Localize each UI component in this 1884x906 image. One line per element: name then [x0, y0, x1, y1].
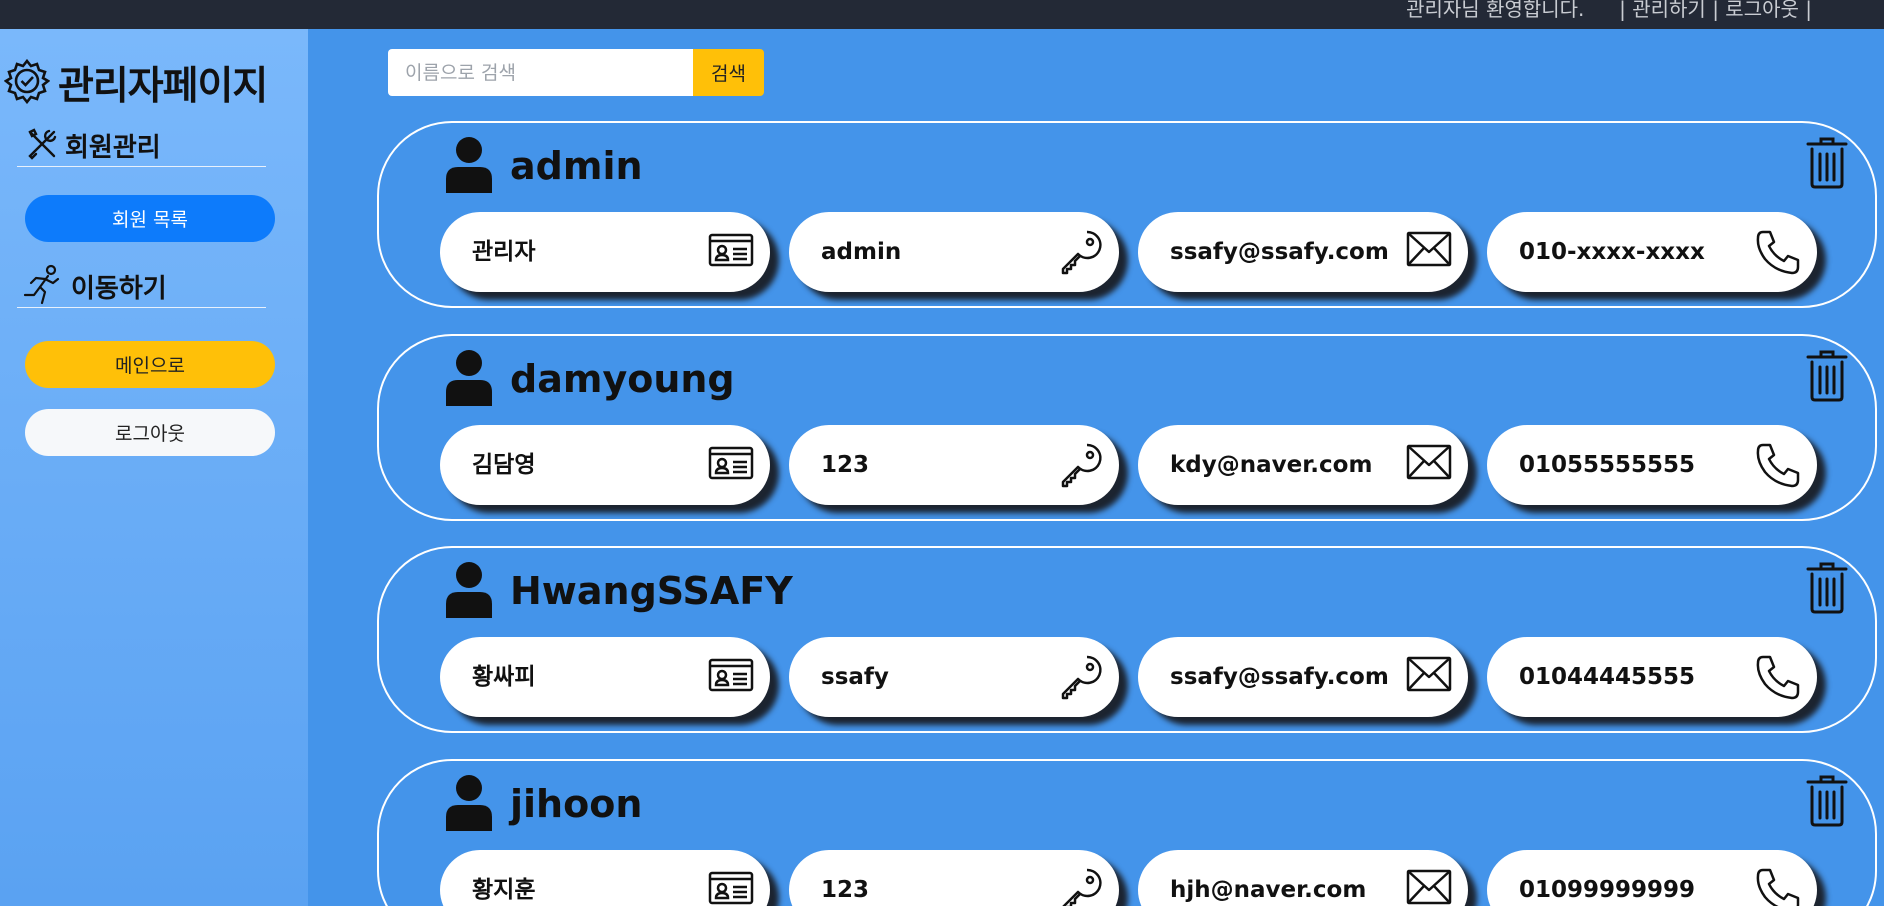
trash-icon[interactable]	[1805, 350, 1849, 406]
brand: 관리자페이지	[3, 55, 268, 111]
member-card: damyoung 김담영 123 kdy@naver.com 010555555…	[377, 334, 1877, 521]
envelope-icon	[1406, 867, 1452, 906]
gear-check-icon	[3, 58, 51, 108]
member-header: HwangSSAFY	[444, 560, 793, 622]
member-card: HwangSSAFY 황싸피 ssafy ssafy@ssafy.com 010…	[377, 546, 1877, 733]
id-card-icon	[708, 867, 754, 906]
top-bar: 관리자님 환영합니다. | 관리하기 | 로그아웃 |	[0, 0, 1884, 29]
member-card: jihoon 황지훈 123 hjh@naver.com 01099999999	[377, 759, 1877, 906]
member-name-field: 황싸피	[440, 637, 770, 717]
member-id: jihoon	[510, 782, 643, 826]
section-member-label: 회원관리	[65, 133, 161, 163]
member-phone: 010-xxxx-xxxx	[1519, 239, 1705, 265]
user-icon	[444, 773, 494, 835]
key-icon	[1057, 867, 1103, 906]
member-password-field: 123	[789, 425, 1119, 505]
user-icon	[444, 348, 494, 410]
member-password: ssafy	[821, 664, 889, 690]
member-password-field: admin	[789, 212, 1119, 292]
main-page-button[interactable]: 메인으로	[25, 341, 275, 388]
member-id: damyoung	[510, 357, 735, 401]
envelope-icon	[1406, 654, 1452, 698]
member-phone-field: 010-xxxx-xxxx	[1487, 212, 1817, 292]
member-name-field: 김담영	[440, 425, 770, 505]
trash-icon[interactable]	[1805, 137, 1849, 193]
welcome-text: 관리자님 환영합니다.	[1406, 0, 1585, 21]
search-button[interactable]: 검색	[693, 49, 764, 96]
trash-icon[interactable]	[1805, 775, 1849, 831]
section-member-management: 회원관리	[17, 125, 266, 167]
header-greeting: 관리자님 환영합니다. | 관리하기 | 로그아웃 |	[1406, 0, 1812, 21]
key-icon	[1057, 654, 1103, 704]
section-move: 이동하기	[17, 263, 266, 311]
member-header: jihoon	[444, 773, 642, 835]
member-phone-field: 01055555555	[1487, 425, 1817, 505]
member-email-field: ssafy@ssafy.com	[1138, 637, 1468, 717]
phone-icon	[1755, 229, 1801, 279]
member-phone: 01099999999	[1519, 877, 1696, 903]
sidebar: 관리자페이지 회원관리 회원 목록 이동하기 메인으로 로그아웃	[0, 29, 308, 906]
envelope-icon	[1406, 229, 1452, 273]
admin-link[interactable]: | 관리하기 |	[1619, 0, 1719, 21]
member-email-field: hjh@naver.com	[1138, 850, 1468, 906]
member-name: 황지훈	[472, 877, 536, 903]
member-phone: 01044445555	[1519, 664, 1696, 690]
member-card: admin 관리자 admin ssafy@ssafy.com 010-xxxx…	[377, 121, 1877, 308]
phone-icon	[1755, 442, 1801, 492]
member-email-field: kdy@naver.com	[1138, 425, 1468, 505]
member-name-field: 황지훈	[440, 850, 770, 906]
envelope-icon	[1406, 442, 1452, 486]
id-card-icon	[708, 229, 754, 273]
member-password-field: 123	[789, 850, 1119, 906]
member-email: hjh@naver.com	[1170, 877, 1367, 903]
member-email: kdy@naver.com	[1170, 452, 1373, 478]
search-input[interactable]	[388, 49, 693, 96]
member-name: 관리자	[472, 239, 536, 265]
member-name-field: 관리자	[440, 212, 770, 292]
section-move-label: 이동하기	[71, 274, 167, 304]
member-list-button[interactable]: 회원 목록	[25, 195, 275, 242]
phone-icon	[1755, 867, 1801, 906]
member-phone-field: 01044445555	[1487, 637, 1817, 717]
member-password-field: ssafy	[789, 637, 1119, 717]
key-icon	[1057, 442, 1103, 492]
trash-icon[interactable]	[1805, 562, 1849, 618]
logout-link[interactable]: 로그아웃 |	[1725, 0, 1812, 21]
id-card-icon	[708, 442, 754, 486]
phone-icon	[1755, 654, 1801, 704]
member-header: admin	[444, 135, 643, 197]
member-header: damyoung	[444, 348, 735, 410]
user-icon	[444, 135, 494, 197]
brand-title: 관리자페이지	[58, 64, 268, 109]
member-email: ssafy@ssafy.com	[1170, 664, 1389, 690]
member-email: ssafy@ssafy.com	[1170, 239, 1389, 265]
member-password: admin	[821, 239, 902, 265]
member-phone: 01055555555	[1519, 452, 1696, 478]
tools-icon	[25, 127, 59, 165]
search-bar: 검색	[388, 49, 764, 96]
sidebar-logout-button[interactable]: 로그아웃	[25, 409, 275, 456]
member-password: 123	[821, 877, 870, 903]
member-password: 123	[821, 452, 870, 478]
member-name: 김담영	[472, 452, 536, 478]
key-icon	[1057, 229, 1103, 279]
user-icon	[444, 560, 494, 622]
id-card-icon	[708, 654, 754, 698]
running-person-icon	[21, 263, 65, 311]
member-phone-field: 01099999999	[1487, 850, 1817, 906]
member-id: admin	[510, 144, 643, 188]
member-id: HwangSSAFY	[510, 569, 793, 613]
member-name: 황싸피	[472, 664, 536, 690]
member-email-field: ssafy@ssafy.com	[1138, 212, 1468, 292]
